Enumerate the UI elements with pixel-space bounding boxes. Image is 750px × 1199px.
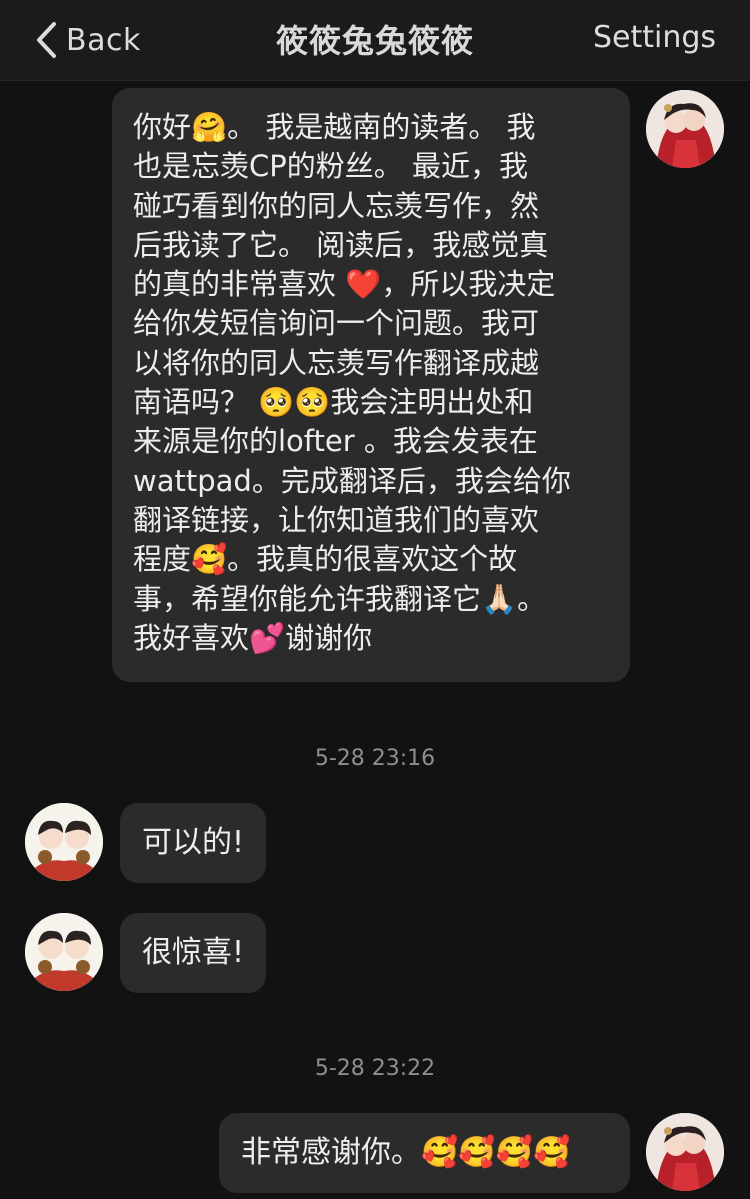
timestamp: 5-28 23:22 xyxy=(314,1056,436,1081)
message-line: 给你发短信询问一个问题。我可 xyxy=(133,306,540,341)
message-line: 后我读了它。 阅读后，我感觉真 xyxy=(133,227,549,262)
message-bubble[interactable]: 非常感谢你。🥰🥰🥰🥰 xyxy=(219,1113,630,1193)
message-line: 事，希望你能允许我翻译它🙏🏻。 xyxy=(133,581,547,616)
message-line: 以将你的同人忘羡写作翻译成越 xyxy=(133,345,540,380)
chevron-left-icon xyxy=(37,22,56,58)
settings-button[interactable]: Settings xyxy=(593,20,716,55)
self-avatar[interactable] xyxy=(646,90,724,168)
timestamp: 5-28 23:16 xyxy=(314,746,436,771)
message-line: 南语吗？ 🥺🥺我会注明出处和 xyxy=(133,385,534,420)
back-label: Back xyxy=(66,22,141,58)
message-line: 也是忘羡CP的粉丝。 最近，我 xyxy=(133,149,528,184)
message-line: 程度🥰。我真的很喜欢这个故 xyxy=(133,542,518,577)
back-button[interactable]: Back xyxy=(34,18,141,62)
contact-avatar-image xyxy=(25,913,103,991)
header-bar: Back 筱筱兔兔筱筱 Settings xyxy=(0,0,750,81)
contact-avatar[interactable] xyxy=(25,803,103,881)
message-bubble[interactable]: 可以的! xyxy=(120,803,267,883)
self-avatar-image xyxy=(646,90,724,168)
message-text: 可以的! xyxy=(142,825,245,861)
message-line: 碰巧看到你的同人忘羡写作，然 xyxy=(133,188,540,223)
message-line: wattpad。完成翻译后，我会给你 xyxy=(133,463,571,498)
message-line: 的真的非常喜欢 ❤️，所以我决定 xyxy=(133,267,556,302)
message-bubble[interactable]: 很惊喜! xyxy=(120,913,267,993)
contact-avatar-image xyxy=(25,803,103,881)
message-text: 非常感谢你。🥰🥰🥰🥰 xyxy=(241,1135,571,1171)
contact-avatar[interactable] xyxy=(25,913,103,991)
self-avatar-image xyxy=(646,1113,724,1191)
message-line: 来源是你的lofter 。我会发表在 xyxy=(133,424,538,459)
message-text: 很惊喜! xyxy=(142,935,245,971)
chat-title: 筱筱兔兔筱筱 xyxy=(275,22,474,60)
message-line: 你好🤗。 我是越南的读者。 我 xyxy=(133,110,536,144)
message-bubble[interactable]: 你好🤗。 我是越南的读者。 我 也是忘羡CP的粉丝。 最近，我 碰巧看到你的同人… xyxy=(112,88,630,682)
message-line: 我好喜欢💕谢谢你 xyxy=(133,620,373,655)
self-avatar[interactable] xyxy=(646,1113,724,1191)
message-line: 翻译链接，让你知道我们的喜欢 xyxy=(133,502,540,537)
